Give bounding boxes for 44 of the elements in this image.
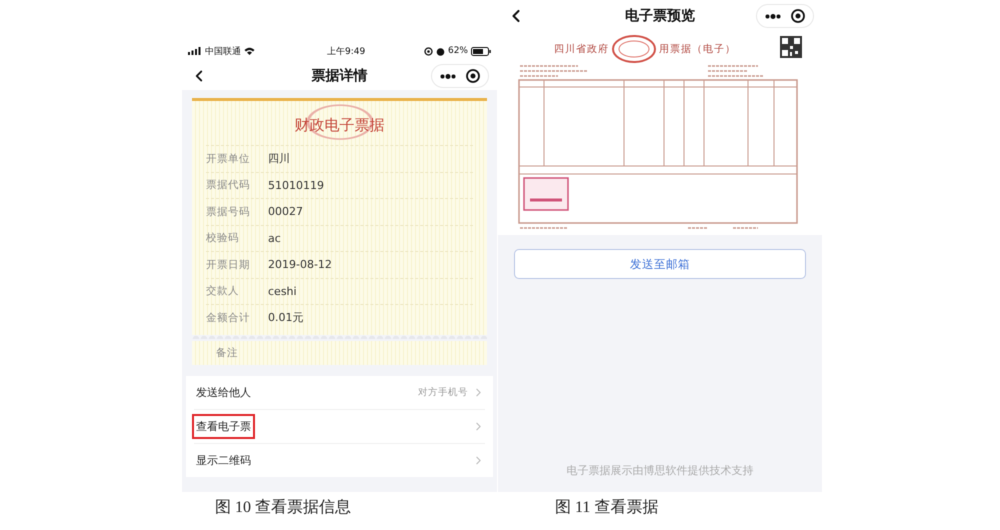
close-icon[interactable] — [791, 9, 805, 23]
field-value: 2019-08-12 — [268, 258, 332, 272]
invoice-title: 四川省政府 — [554, 42, 609, 56]
field-label: 交款人 — [206, 284, 240, 298]
battery-icon — [471, 46, 491, 56]
field-value: ceshi — [268, 284, 297, 298]
field-value: 00027 — [268, 205, 303, 218]
capsule-menu[interactable] — [431, 64, 489, 88]
footer-note: 电子票据展示由博思软件提供技术支持 — [566, 463, 754, 478]
carrier-name: 中国联通 — [205, 46, 241, 58]
action-item[interactable]: 查看电子票 — [194, 408, 485, 442]
remark-label: 备注 — [216, 346, 238, 360]
signal-icon — [188, 47, 202, 55]
figure-caption: 图 11 查看票据 — [554, 498, 660, 518]
more-icon[interactable] — [765, 14, 781, 18]
action-label: 发送给他人 — [195, 384, 252, 400]
battery-percent: 62% — [448, 46, 468, 56]
qr-code-icon — [780, 36, 802, 58]
more-icon[interactable] — [440, 74, 456, 78]
field-label: 票据号码 — [206, 204, 251, 219]
clock-time: 上午9:49 — [327, 46, 366, 58]
field-value: 四川 — [268, 151, 290, 166]
field-value: ac — [268, 232, 281, 245]
field-label: 开票日期 — [206, 258, 251, 272]
figure-caption: 图 10 查看票据信息 — [214, 498, 352, 518]
close-icon[interactable] — [466, 69, 480, 83]
wifi-icon — [244, 47, 255, 55]
field-label: 开票单位 — [206, 152, 251, 166]
action-label: 显示二维码 — [195, 452, 252, 468]
invoice-title: 用票据（电子） — [659, 42, 736, 56]
page-title: 票据详情 — [312, 67, 368, 85]
action-item[interactable]: 显示二维码 — [194, 442, 485, 476]
action-label: 查看电子票 — [192, 414, 255, 438]
seal-stamp — [611, 34, 657, 64]
action-hint: 对方手机号 — [418, 386, 468, 398]
send-email-button[interactable]: 发送至邮箱 — [514, 249, 806, 279]
field-value: 0.01元 — [268, 310, 304, 326]
action-item[interactable]: 发送给他人 对方手机号 — [194, 376, 485, 408]
field-value: 51010119 — [268, 178, 324, 192]
page-title: 电子票预览 — [625, 7, 695, 25]
field-label: 票据代码 — [206, 178, 251, 192]
field-label: 金额合计 — [206, 310, 251, 325]
capsule-menu[interactable] — [756, 4, 814, 28]
field-label: 校验码 — [206, 231, 240, 246]
